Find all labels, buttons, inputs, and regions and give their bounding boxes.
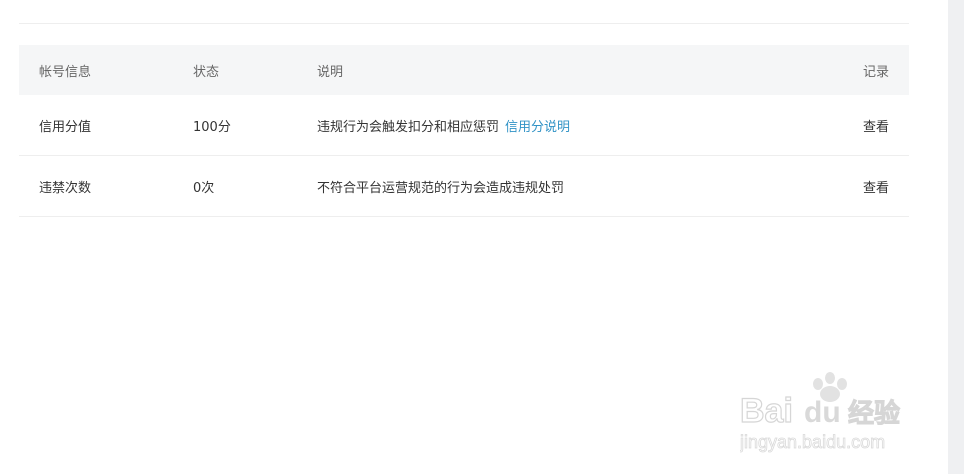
violation-count-status: 0次 [193,180,215,196]
violation-count-description: 不符合平台运营规范的行为会造成违规处罚 [317,180,565,196]
table-row-violation-count: 违禁次数 0次 不符合平台运营规范的行为会造成违规处罚 查看 [19,156,909,217]
scrollbar-track[interactable] [948,0,964,474]
header-account-info: 帐号信息 [39,64,92,80]
table-row-credit-score: 信用分值 100分 违规行为会触发扣分和相应惩罚 信用分说明 查看 [19,95,909,156]
baidu-jingyan-watermark: Bai du 经验 jingyan.baidu.com [740,372,901,452]
header-status: 状态 [193,64,220,80]
account-info-table: 帐号信息 状态 说明 记录 信用分值 100分 违规行为会触发扣分和相应惩罚 信用… [19,45,909,217]
top-divider [19,23,909,24]
credit-score-label: 信用分值 [39,119,92,135]
watermark-brand-du: du [804,396,841,429]
watermark-brand-cn: 经验 [848,398,900,429]
watermark-brand: Bai [740,392,793,430]
credit-score-description: 违规行为会触发扣分和相应惩罚 信用分说明 [317,116,570,135]
credit-score-status: 100分 [193,119,231,135]
paw-icon [813,372,847,402]
header-description: 说明 [317,64,344,80]
watermark-url: jingyan.baidu.com [740,432,885,452]
credit-score-help-link[interactable]: 信用分说明 [505,120,570,135]
credit-score-description-text: 违规行为会触发扣分和相应惩罚 [317,119,500,135]
violation-count-view-link[interactable]: 查看 [863,177,889,196]
page: 帐号信息 状态 说明 记录 信用分值 100分 违规行为会触发扣分和相应惩罚 信用… [0,0,964,474]
violation-count-label: 违禁次数 [39,180,92,196]
header-record: 记录 [862,64,889,80]
credit-score-view-link[interactable]: 查看 [863,116,889,135]
table-header-row: 帐号信息 状态 说明 记录 [19,45,909,95]
